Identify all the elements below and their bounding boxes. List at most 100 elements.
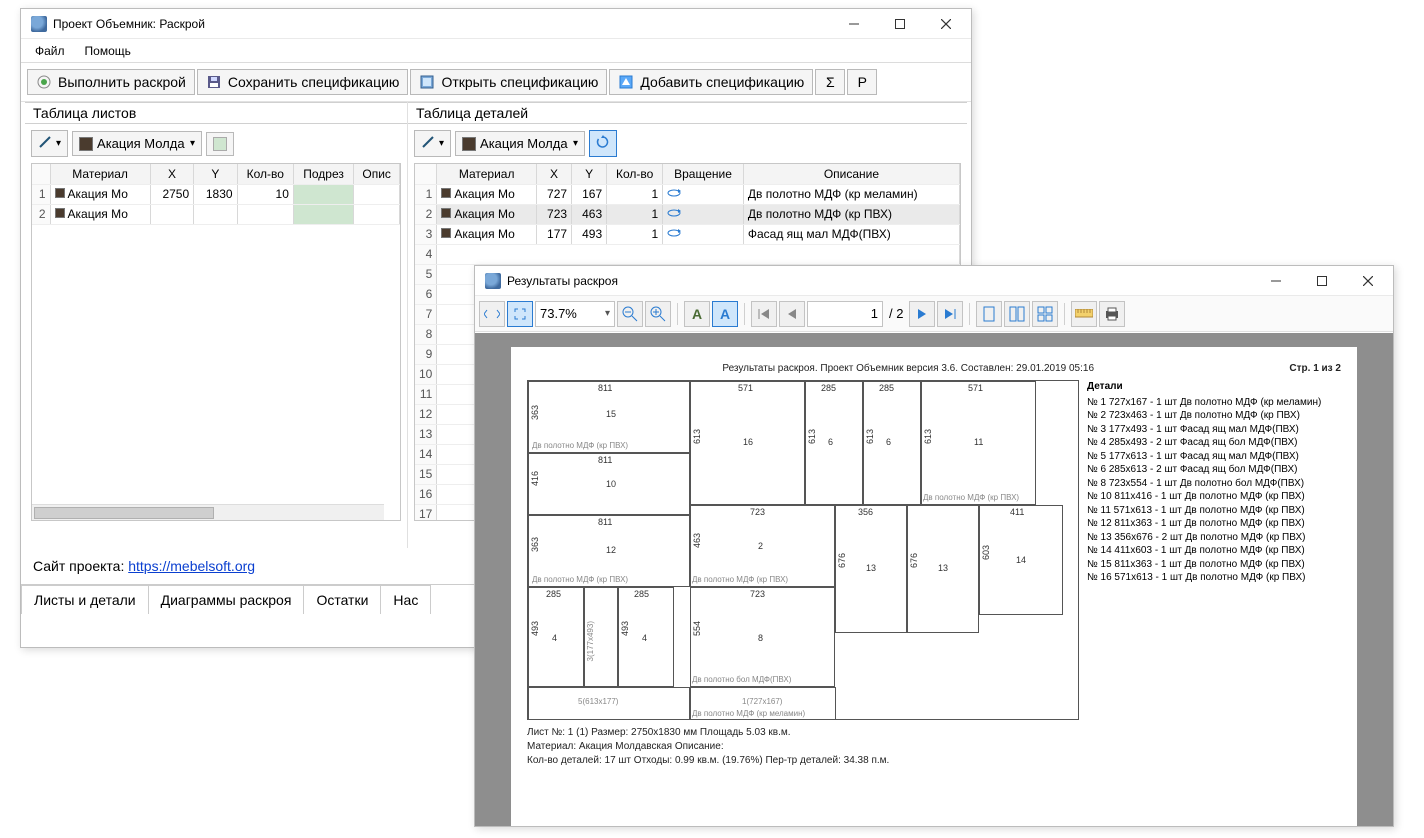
- info-line: Лист №: 1 (1) Размер: 2750x1830 мм Площа…: [527, 726, 1341, 740]
- view-grid-icon[interactable]: [1032, 301, 1058, 327]
- list-item: № 11 571x613 - 1 шт Дв полотно МДФ (кр П…: [1087, 504, 1341, 518]
- pencil-icon: [421, 135, 435, 152]
- list-item: № 12 811x363 - 1 шт Дв полотно МДФ (кр П…: [1087, 517, 1341, 531]
- list-item: № 6 285x613 - 2 шт Фасад ящ бол МДФ(ПВХ): [1087, 463, 1341, 477]
- material-swatch-icon: [462, 137, 476, 151]
- view-two-icon[interactable]: [1004, 301, 1030, 327]
- table-row[interactable]: 2Акация Мо7234631Дв полотно МДФ (кр ПВХ): [415, 204, 960, 224]
- add-spec-label: Добавить спецификацию: [640, 74, 804, 90]
- maximize-button[interactable]: [877, 9, 923, 39]
- open-spec-button[interactable]: Открыть спецификацию: [410, 69, 607, 95]
- details-list: Детали № 1 727x167 - 1 шт Дв полотно МДФ…: [1087, 380, 1341, 720]
- table-row[interactable]: 3Акация Мо1774931Фасад ящ мал МДФ(ПВХ): [415, 224, 960, 244]
- maximize-button[interactable]: [1299, 266, 1345, 296]
- tab-settings[interactable]: Нас: [380, 585, 431, 614]
- menu-file[interactable]: Файл: [25, 42, 75, 60]
- refresh-icon: [596, 135, 610, 152]
- minimize-button[interactable]: [1253, 266, 1299, 296]
- edit-sheet-button[interactable]: ▾: [31, 130, 68, 157]
- sheet-hscrollbar[interactable]: [32, 504, 384, 520]
- fit-width-button[interactable]: [479, 301, 505, 327]
- main-window-titlebar: Проект Объемник: Раскрой: [21, 9, 971, 39]
- list-item: № 3 177x493 - 1 шт Фасад ящ мал МДФ(ПВХ): [1087, 423, 1341, 437]
- next-page-button[interactable]: [909, 301, 935, 327]
- add-icon: [618, 74, 634, 90]
- run-icon: [36, 74, 52, 90]
- sheet-panel: Таблица листов ▾ Акация Молда ▾: [25, 102, 407, 548]
- page-number-input[interactable]: 1: [807, 301, 883, 327]
- table-row[interactable]: 1Акация Мо2750183010: [32, 184, 400, 204]
- list-item: № 2 723x463 - 1 шт Дв полотно МДФ (кр ПВ…: [1087, 409, 1341, 423]
- tab-leftovers[interactable]: Остатки: [303, 585, 381, 614]
- color-swatch-icon: [213, 137, 227, 151]
- results-titlebar: Результаты раскроя: [475, 266, 1393, 296]
- p-button[interactable]: Р: [847, 69, 877, 95]
- info-line: Кол-во деталей: 17 шт Отходы: 0.99 кв.м.…: [527, 754, 1341, 768]
- minimize-button[interactable]: [831, 9, 877, 39]
- first-page-button[interactable]: [751, 301, 777, 327]
- save-icon: [206, 74, 222, 90]
- zoom-out-button[interactable]: [617, 301, 643, 327]
- add-spec-button[interactable]: Добавить спецификацию: [609, 69, 813, 95]
- page-total: / 2: [885, 306, 907, 321]
- doc-area[interactable]: Результаты раскроя. Проект Объемник верс…: [475, 333, 1393, 826]
- ruler-icon[interactable]: [1071, 301, 1097, 327]
- run-button[interactable]: Выполнить раскрой: [27, 69, 195, 95]
- zoom-in-button[interactable]: [645, 301, 671, 327]
- sigma-button[interactable]: Σ: [815, 69, 845, 95]
- text-a-button[interactable]: A: [684, 301, 710, 327]
- print-icon[interactable]: [1099, 301, 1125, 327]
- tab-diagrams[interactable]: Диаграммы раскроя: [148, 585, 305, 614]
- doc-page-number: Стр. 1 из 2: [1289, 363, 1341, 374]
- doc-header: Результаты раскроя. Проект Объемник верс…: [527, 363, 1289, 374]
- site-link[interactable]: https://mebelsoft.org: [128, 558, 255, 574]
- fit-page-button[interactable]: [507, 301, 533, 327]
- toolbar: Выполнить раскрой Сохранить спецификацию…: [21, 63, 971, 102]
- results-window: Результаты раскроя 73.7% ▾ A A: [474, 265, 1394, 827]
- text-a-active-button[interactable]: A: [712, 301, 738, 327]
- part-material-combo[interactable]: Акация Молда ▾: [455, 131, 585, 156]
- table-row[interactable]: 1Акация Мо7271671Дв полотно МДФ (кр мела…: [415, 184, 960, 204]
- zoom-combo[interactable]: 73.7% ▾: [535, 301, 615, 327]
- results-toolbar: 73.7% ▾ A A 1 / 2: [475, 296, 1393, 332]
- save-spec-button[interactable]: Сохранить спецификацию: [197, 69, 409, 95]
- sheet-material-combo[interactable]: Акация Молда ▾: [72, 131, 202, 156]
- cutting-layout-diagram: 811 363 15 Дв полотно МДФ (кр ПВХ) 811 4…: [527, 380, 1079, 720]
- view-single-icon[interactable]: [976, 301, 1002, 327]
- pencil-icon: [38, 135, 52, 152]
- list-item: № 5 177x613 - 1 шт Фасад ящ мал МДФ(ПВХ): [1087, 450, 1341, 464]
- menu-help[interactable]: Помощь: [75, 42, 141, 60]
- table-row[interactable]: 2Акация Мо: [32, 204, 400, 224]
- prev-page-button[interactable]: [779, 301, 805, 327]
- last-page-button[interactable]: [937, 301, 963, 327]
- edit-part-button[interactable]: ▾: [414, 130, 451, 157]
- run-button-label: Выполнить раскрой: [58, 74, 186, 90]
- list-item: № 1 727x167 - 1 шт Дв полотно МДФ (кр ме…: [1087, 396, 1341, 410]
- part-panel-title: Таблица деталей: [408, 102, 967, 124]
- details-header: Детали: [1087, 380, 1341, 394]
- list-item: № 10 811x416 - 1 шт Дв полотно МДФ (кр П…: [1087, 490, 1341, 504]
- list-item: № 15 811x363 - 1 шт Дв полотно МДФ (кр П…: [1087, 558, 1341, 572]
- list-item: № 16 571x613 - 1 шт Дв полотно МДФ (кр П…: [1087, 571, 1341, 585]
- close-button[interactable]: [1345, 266, 1391, 296]
- app-icon: [485, 273, 501, 289]
- refresh-button[interactable]: [589, 130, 617, 157]
- sheet-grid[interactable]: Материал X Y Кол-во Подрез Опис 1Акация …: [31, 163, 401, 521]
- list-item: № 14 411x603 - 1 шт Дв полотно МДФ (кр П…: [1087, 544, 1341, 558]
- table-row[interactable]: 4: [415, 244, 960, 264]
- menubar: Файл Помощь: [21, 39, 971, 63]
- site-label: Сайт проекта:: [33, 558, 128, 574]
- app-icon: [31, 16, 47, 32]
- sheet-color-button[interactable]: [206, 132, 234, 156]
- list-item: № 4 285x493 - 2 шт Фасад ящ бол МДФ(ПВХ): [1087, 436, 1341, 450]
- list-item: № 13 356x676 - 2 шт Дв полотно МДФ (кр П…: [1087, 531, 1341, 545]
- close-button[interactable]: [923, 9, 969, 39]
- save-spec-label: Сохранить спецификацию: [228, 74, 400, 90]
- material-swatch-icon: [79, 137, 93, 151]
- sheet-info: Лист №: 1 (1) Размер: 2750x1830 мм Площа…: [527, 726, 1341, 768]
- list-item: № 8 723x554 - 1 шт Дв полотно бол МДФ(ПВ…: [1087, 477, 1341, 491]
- sheet-panel-title: Таблица листов: [25, 102, 407, 124]
- tab-sheets[interactable]: Листы и детали: [21, 585, 149, 614]
- doc-page: Результаты раскроя. Проект Объемник верс…: [511, 347, 1357, 826]
- open-spec-label: Открыть спецификацию: [441, 74, 598, 90]
